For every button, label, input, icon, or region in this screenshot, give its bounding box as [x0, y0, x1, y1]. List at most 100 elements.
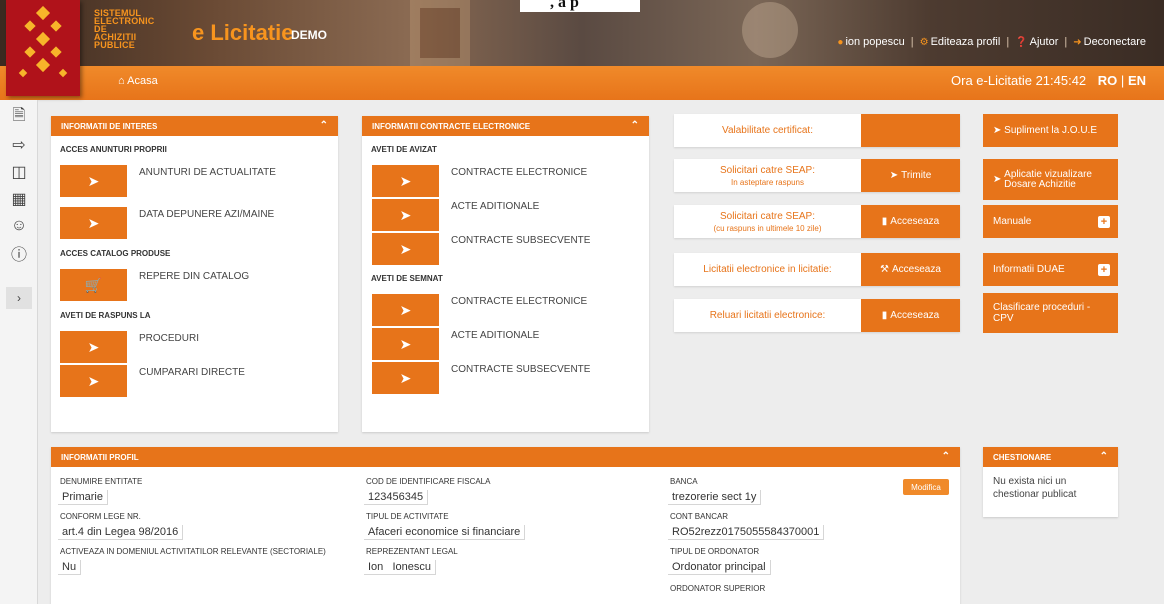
- field-value: Primarie: [58, 490, 108, 505]
- semnat-contracte-button[interactable]: ➤: [372, 294, 439, 326]
- acceseaza-button[interactable]: ▮ Acceseaza: [861, 205, 960, 238]
- send-icon: ➤: [399, 240, 412, 257]
- plus-icon: +: [1098, 215, 1110, 228]
- pointer-icon: ➤: [993, 173, 1005, 185]
- field-value: RO52rezz0175055584370001: [668, 525, 825, 540]
- edit-profile-link[interactable]: ⚙ Editeaza profil: [920, 36, 1001, 48]
- stack-icon[interactable]: ◫: [0, 158, 38, 185]
- widget-label: Solicitari catre SEAP: (cu raspuns in ult…: [674, 205, 861, 238]
- brand-text: SISTEMUL ELECTRONIC DE ACHIZITII PUBLICE: [94, 9, 164, 50]
- button-label: Acceseaza: [892, 264, 941, 275]
- item-label[interactable]: CUMPARARI DIRECTE: [139, 367, 245, 378]
- manuale-button[interactable]: Manuale +: [983, 205, 1118, 238]
- item-label[interactable]: ACTE ADITIONALE: [451, 201, 539, 212]
- semnat-acte-button[interactable]: ➤: [372, 328, 439, 360]
- app-name[interactable]: e Licitatie: [192, 20, 293, 46]
- item-label[interactable]: CONTRACTE SUBSECVENTE: [451, 235, 590, 246]
- send-icon: ➤: [399, 335, 412, 352]
- field-value: Ion Ionescu: [364, 560, 436, 575]
- item-label[interactable]: PROCEDURI: [139, 333, 199, 344]
- anunturi-actualitate-button[interactable]: ➤: [60, 165, 127, 197]
- item-label[interactable]: DATA DEPUNERE AZI/MAINE: [139, 209, 274, 220]
- clasificare-cpv-button[interactable]: Clasificare proceduri - CPV: [983, 293, 1118, 333]
- panel-header[interactable]: INFORMATII PROFIL ⌃: [51, 447, 960, 467]
- send-icon: ➤: [87, 214, 100, 231]
- document-icon[interactable]: 🗎: [0, 104, 38, 131]
- widget-reluari: Reluari licitatii electronice: ▮ Acceseaz…: [674, 299, 960, 332]
- panel-header[interactable]: CHESTIONARE ⌃: [983, 447, 1118, 467]
- home-icon: ⌂: [118, 75, 125, 87]
- widget-title: Solicitari catre SEAP:: [719, 210, 816, 222]
- panel-header[interactable]: INFORMATII CONTRACTE ELECTRONICE ⌃: [362, 116, 649, 136]
- alert-icon[interactable]: ⓘ: [0, 239, 38, 266]
- user-name: ion popescu: [845, 36, 905, 48]
- supliment-joue-button[interactable]: ➤ Supliment la J.O.U.E: [983, 114, 1118, 147]
- field-label: ORDONATOR SUPERIOR: [670, 584, 766, 593]
- item-label[interactable]: CONTRACTE SUBSECVENTE: [451, 364, 590, 375]
- field-label: BANCA: [670, 477, 698, 486]
- bookmark-icon: ▮: [881, 216, 888, 227]
- chevron-up-icon[interactable]: ⌃: [320, 120, 328, 131]
- informatii-duae-button[interactable]: Informatii DUAE +: [983, 253, 1118, 286]
- item-label[interactable]: ACTE ADITIONALE: [451, 330, 539, 341]
- clock-time: 21:45:42: [1035, 73, 1087, 88]
- item-label[interactable]: ANUNTURI DE ACTUALITATE: [139, 167, 276, 178]
- item-label[interactable]: REPERE DIN CATALOG: [139, 271, 249, 282]
- button-label: Acceseaza: [890, 216, 940, 227]
- gear-icon: ⚙: [919, 37, 929, 48]
- lang-en[interactable]: EN: [1128, 73, 1146, 88]
- item-label[interactable]: CONTRACTE ELECTRONICE: [451, 167, 587, 178]
- widget-solicitari-asteptare: Solicitari catre SEAP: In asteptare raspu…: [674, 159, 960, 192]
- data-depunere-button[interactable]: ➤: [60, 207, 127, 239]
- trimite-button[interactable]: ➤ Trimite: [861, 159, 960, 192]
- sidebar-toggle[interactable]: ›: [6, 287, 32, 309]
- semnat-subsecvente-button[interactable]: ➤: [372, 362, 439, 394]
- item-label[interactable]: CONTRACTE ELECTRONICE: [451, 296, 587, 307]
- seap-logo[interactable]: [6, 0, 80, 96]
- acceseaza-button[interactable]: ▮ Acceseaza: [861, 299, 960, 332]
- send-icon: ➤: [399, 206, 412, 223]
- catalog-icon[interactable]: ▦: [0, 185, 38, 212]
- edit-profile-label: Editeaza profil: [930, 36, 1001, 48]
- logout-link[interactable]: ➜ Deconectare: [1073, 36, 1146, 48]
- panel-header[interactable]: INFORMATII DE INTERES ⌃: [51, 116, 338, 136]
- send-icon: ➤: [399, 172, 412, 189]
- field-label: TIPUL DE ACTIVITATE: [366, 512, 449, 521]
- section-label: ACCES ANUNTURI PROPRII: [60, 145, 167, 154]
- field-value: trezorerie sect 1y: [668, 490, 762, 505]
- proceduri-button[interactable]: ➤: [60, 331, 127, 363]
- cumparari-directe-button[interactable]: ➤: [60, 365, 127, 397]
- panel-title: INFORMATII CONTRACTE ELECTRONICE: [372, 122, 531, 131]
- modifica-button[interactable]: Modifica: [903, 479, 949, 495]
- widget-subtitle: In asteptare raspuns: [731, 177, 804, 187]
- brand-line: PUBLICE: [94, 40, 135, 50]
- home-link[interactable]: ⌂ Acasa: [118, 75, 158, 87]
- help-link[interactable]: ❓ Ajutor: [1015, 36, 1058, 48]
- button-label: Trimite: [901, 170, 932, 181]
- dosare-achizitie-button[interactable]: ➤ Aplicatie vizualizare Dosare Achizitie: [983, 159, 1118, 200]
- brand-line: ELECTRONIC DE: [94, 16, 155, 34]
- avizat-subsecvente-button[interactable]: ➤: [372, 233, 439, 265]
- lang-ro[interactable]: RO: [1098, 73, 1118, 88]
- button-label: Aplicatie vizualizare Dosare Achizitie: [1004, 168, 1092, 190]
- chevron-up-icon[interactable]: ⌃: [1100, 451, 1108, 462]
- send-icon: ➤: [87, 372, 100, 389]
- user-icon: ●: [837, 37, 844, 48]
- avizat-contracte-button[interactable]: ➤: [372, 165, 439, 197]
- repere-catalog-button[interactable]: 🛒: [60, 269, 127, 301]
- fresco-image-2: [742, 2, 798, 58]
- logout-label: Deconectare: [1083, 36, 1146, 48]
- section-label: ACCES CATALOG PRODUSE: [60, 249, 171, 258]
- user-link[interactable]: ● ion popescu: [837, 36, 904, 48]
- field-value: Nu: [58, 560, 82, 575]
- panel-title: INFORMATII DE INTERES: [61, 122, 158, 131]
- avizat-acte-button[interactable]: ➤: [372, 199, 439, 231]
- field-label: CONT BANCAR: [670, 512, 729, 521]
- acceseaza-button[interactable]: ⚒ Acceseaza: [861, 253, 960, 286]
- user-icon[interactable]: ☺: [0, 212, 38, 239]
- panel-chestionare: CHESTIONARE ⌃ Nu exista nici un chestiona…: [983, 447, 1118, 517]
- logout-icon: ➜: [1073, 37, 1082, 48]
- export-icon[interactable]: ⇨: [0, 131, 38, 158]
- chevron-up-icon[interactable]: ⌃: [942, 451, 950, 462]
- chevron-up-icon[interactable]: ⌃: [631, 120, 639, 131]
